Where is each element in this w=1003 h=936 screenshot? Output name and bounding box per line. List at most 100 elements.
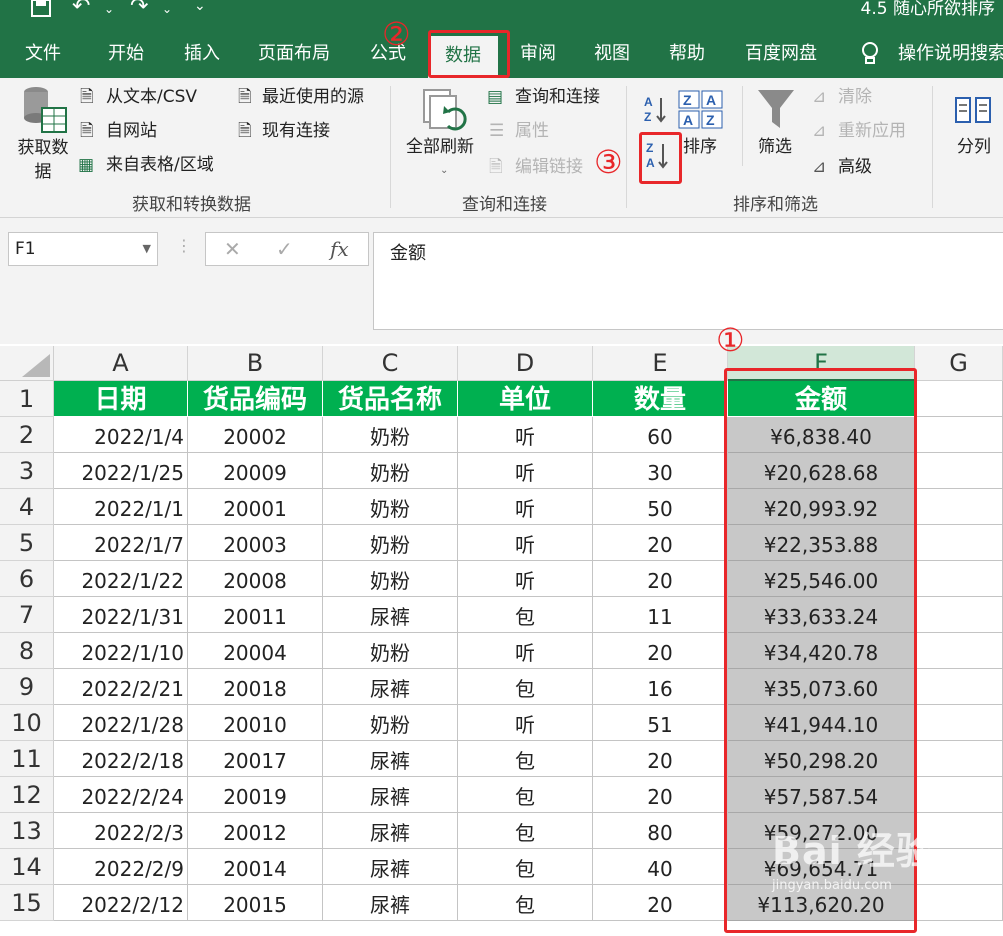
- recent-sources-button[interactable]: 最近使用的源: [262, 86, 364, 108]
- row-header[interactable]: 8: [0, 633, 54, 669]
- cell-unit[interactable]: 包: [458, 777, 593, 813]
- row-header[interactable]: 6: [0, 561, 54, 597]
- reapply-button[interactable]: 重新应用: [838, 120, 906, 142]
- header-cell-col-e[interactable]: 数量: [593, 381, 728, 417]
- cell-g[interactable]: [915, 525, 1003, 561]
- row-header[interactable]: 2: [0, 417, 54, 453]
- cell-date[interactable]: 2022/1/4: [54, 417, 188, 453]
- cell-g[interactable]: [915, 561, 1003, 597]
- cell-unit[interactable]: 包: [458, 849, 593, 885]
- cell-name[interactable]: 尿裤: [323, 813, 458, 849]
- get-data-button[interactable]: 获取数据: [16, 136, 70, 184]
- row-header[interactable]: 15: [0, 885, 54, 921]
- select-all-corner[interactable]: [0, 346, 54, 381]
- redo-dropdown-icon[interactable]: ⌄: [162, 2, 172, 16]
- cell-unit[interactable]: 听: [458, 633, 593, 669]
- cell-qty[interactable]: 50: [593, 489, 728, 525]
- cell-code[interactable]: 20004: [188, 633, 323, 669]
- cell-unit[interactable]: 包: [458, 885, 593, 921]
- cell-g[interactable]: [915, 597, 1003, 633]
- cell-unit[interactable]: 听: [458, 453, 593, 489]
- cell-name[interactable]: 奶粉: [323, 705, 458, 741]
- advanced-filter-button[interactable]: 高级: [838, 156, 872, 178]
- cell-qty[interactable]: 16: [593, 669, 728, 705]
- cell-code[interactable]: 20017: [188, 741, 323, 777]
- row-header[interactable]: 7: [0, 597, 54, 633]
- cell-g[interactable]: [915, 453, 1003, 489]
- cell-code[interactable]: 20002: [188, 417, 323, 453]
- column-header-d[interactable]: D: [458, 346, 593, 381]
- cell-name[interactable]: 尿裤: [323, 741, 458, 777]
- row-header[interactable]: 1: [0, 381, 54, 417]
- column-header-a[interactable]: A: [54, 346, 188, 381]
- from-web-button[interactable]: 自网站: [106, 120, 157, 142]
- tab-page-layout[interactable]: 页面布局: [258, 30, 330, 78]
- cell-name[interactable]: 奶粉: [323, 633, 458, 669]
- tab-help[interactable]: 帮助: [669, 30, 705, 78]
- cell-name[interactable]: 奶粉: [323, 489, 458, 525]
- cell-qty[interactable]: 11: [593, 597, 728, 633]
- cell-date[interactable]: 2022/2/12: [54, 885, 188, 921]
- from-text-csv-button[interactable]: 从文本/CSV: [106, 86, 197, 108]
- undo-dropdown-icon[interactable]: ⌄: [104, 2, 114, 16]
- cell-date[interactable]: 2022/1/10: [54, 633, 188, 669]
- cell-g[interactable]: [915, 777, 1003, 813]
- header-cell-col-a[interactable]: 日期: [54, 381, 188, 417]
- queries-connections-button[interactable]: 查询和连接: [515, 86, 600, 108]
- cell-unit[interactable]: 听: [458, 561, 593, 597]
- cell-qty[interactable]: 20: [593, 741, 728, 777]
- cell-unit[interactable]: 包: [458, 813, 593, 849]
- cell-g[interactable]: [915, 417, 1003, 453]
- tab-home[interactable]: 开始: [108, 30, 144, 78]
- cell-code[interactable]: 20019: [188, 777, 323, 813]
- header-cell-col-d[interactable]: 单位: [458, 381, 593, 417]
- cell-g[interactable]: [915, 741, 1003, 777]
- refresh-all-button[interactable]: 全部刷新: [406, 136, 474, 158]
- cell-code[interactable]: 20014: [188, 849, 323, 885]
- row-header[interactable]: 11: [0, 741, 54, 777]
- properties-button[interactable]: 属性: [515, 120, 549, 142]
- cell-code[interactable]: 20011: [188, 597, 323, 633]
- cell-name[interactable]: 尿裤: [323, 849, 458, 885]
- cell-date[interactable]: 2022/2/18: [54, 741, 188, 777]
- cell-qty[interactable]: 20: [593, 885, 728, 921]
- cell-date[interactable]: 2022/2/24: [54, 777, 188, 813]
- cell-code[interactable]: 20001: [188, 489, 323, 525]
- cell-code[interactable]: 20012: [188, 813, 323, 849]
- text-to-columns-button[interactable]: 分列: [957, 136, 991, 158]
- cell-name[interactable]: 尿裤: [323, 777, 458, 813]
- header-cell-col-b[interactable]: 货品编码: [188, 381, 323, 417]
- cell-name[interactable]: 奶粉: [323, 417, 458, 453]
- cell-code[interactable]: 20010: [188, 705, 323, 741]
- sort-button[interactable]: 排序: [683, 136, 717, 158]
- cell-code[interactable]: 20015: [188, 885, 323, 921]
- name-box-dropdown-icon[interactable]: ▼: [143, 233, 151, 265]
- from-table-button[interactable]: 来自表格/区域: [106, 154, 214, 176]
- cell-g[interactable]: [915, 885, 1003, 921]
- row-header[interactable]: 14: [0, 849, 54, 885]
- tab-baidu-netdisk[interactable]: 百度网盘: [745, 30, 817, 78]
- cell-name[interactable]: 尿裤: [323, 669, 458, 705]
- cell-date[interactable]: 2022/2/9: [54, 849, 188, 885]
- cell-unit[interactable]: 包: [458, 741, 593, 777]
- cell-qty[interactable]: 80: [593, 813, 728, 849]
- tab-insert[interactable]: 插入: [184, 30, 220, 78]
- cell-g[interactable]: [915, 669, 1003, 705]
- cell-date[interactable]: 2022/1/22: [54, 561, 188, 597]
- vertical-dots-icon[interactable]: ⋮: [176, 236, 192, 255]
- column-header-b[interactable]: B: [188, 346, 323, 381]
- cell-code[interactable]: 20018: [188, 669, 323, 705]
- cell-date[interactable]: 2022/1/31: [54, 597, 188, 633]
- cell-qty[interactable]: 20: [593, 633, 728, 669]
- row-header[interactable]: 5: [0, 525, 54, 561]
- cell-unit[interactable]: 听: [458, 417, 593, 453]
- cell-g[interactable]: [915, 489, 1003, 525]
- cell-name[interactable]: 尿裤: [323, 597, 458, 633]
- header-cell-col-c[interactable]: 货品名称: [323, 381, 458, 417]
- cell-g[interactable]: [915, 381, 1003, 417]
- edit-links-button[interactable]: 编辑链接: [515, 156, 583, 178]
- tab-view[interactable]: 视图: [594, 30, 630, 78]
- cell-qty[interactable]: 51: [593, 705, 728, 741]
- cell-date[interactable]: 2022/1/25: [54, 453, 188, 489]
- cell-unit[interactable]: 听: [458, 489, 593, 525]
